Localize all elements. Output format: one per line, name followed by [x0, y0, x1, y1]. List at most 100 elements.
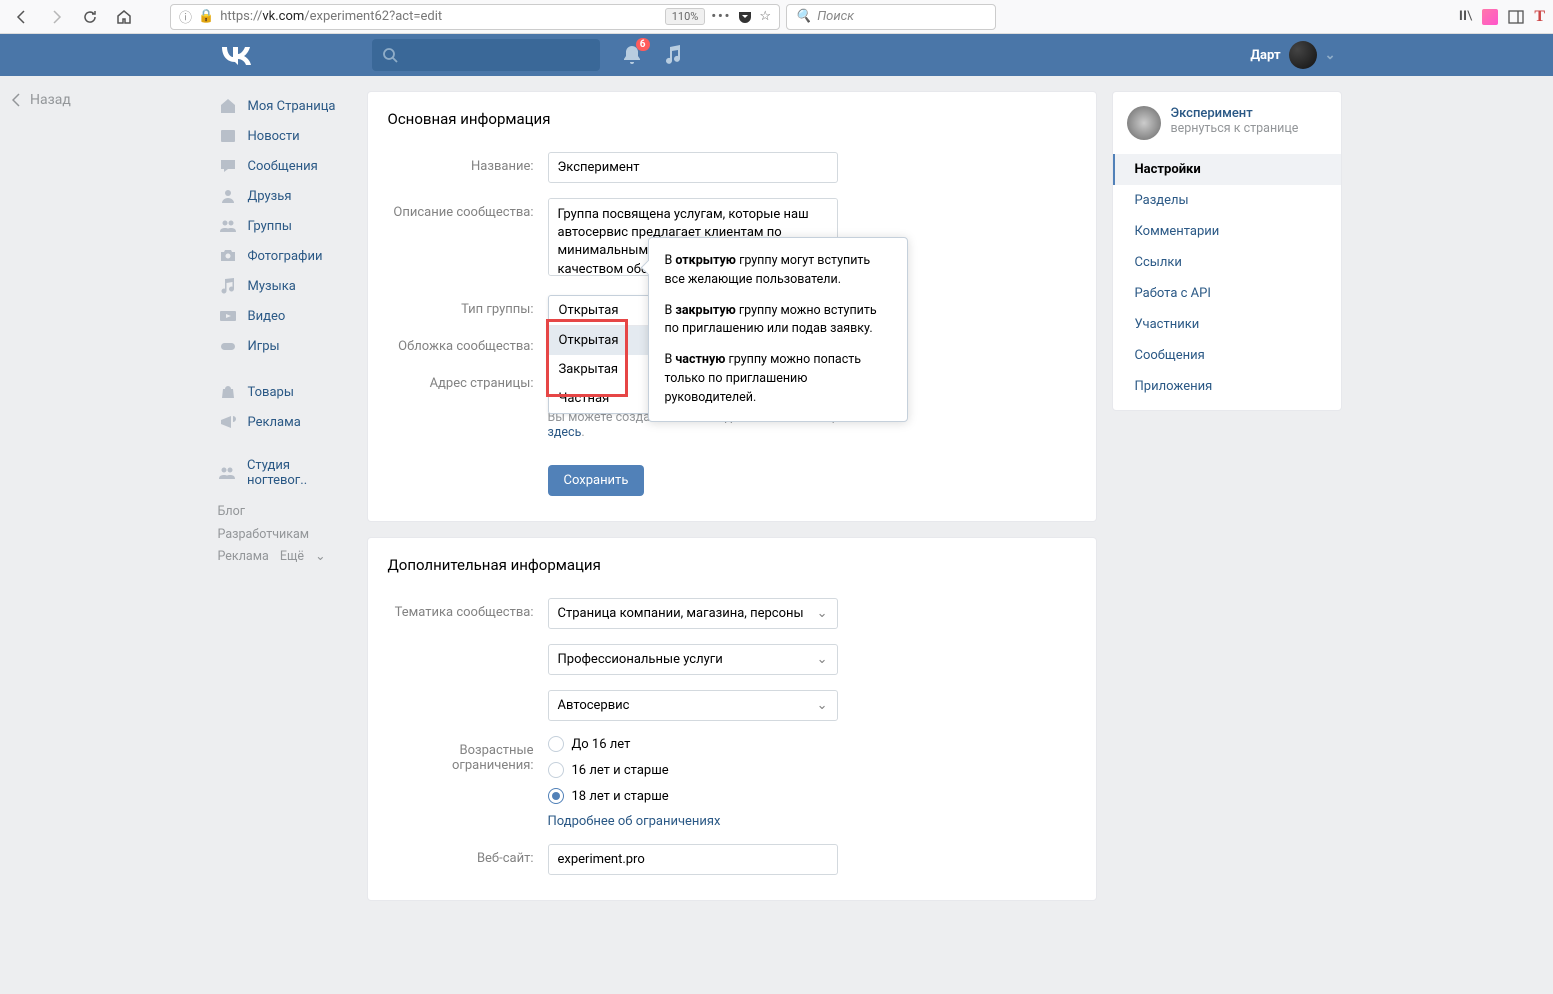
tab-comments[interactable]: Комментарии — [1113, 216, 1341, 247]
vk-header: 6 Дарт ⌄ — [0, 34, 1553, 76]
panel-title: Основная информация — [368, 92, 1096, 142]
bag-icon — [218, 382, 238, 402]
topic-select-2[interactable]: Профессиональные услуги⌄ — [548, 644, 838, 675]
addr-label: Адрес страницы: — [388, 369, 548, 391]
radio-icon — [548, 788, 564, 804]
radio-icon — [548, 736, 564, 752]
avatar — [1289, 41, 1317, 69]
ext-icon-1[interactable] — [1482, 9, 1498, 25]
nav-games[interactable]: Игры — [212, 331, 357, 361]
nav-forward-button[interactable] — [42, 3, 70, 31]
home-icon — [218, 96, 238, 116]
nav-news[interactable]: Новости — [212, 121, 357, 151]
video-icon — [218, 306, 238, 326]
nav-my-page[interactable]: Моя Страница — [212, 91, 357, 121]
friend-icon — [218, 186, 238, 206]
chevron-down-icon: ⌄ — [817, 652, 828, 667]
side-panel: Эксперимент вернуться к странице Настрой… — [1112, 91, 1342, 411]
news-icon — [218, 126, 238, 146]
star-icon[interactable]: ☆ — [759, 9, 771, 24]
notif-badge: 6 — [636, 38, 650, 51]
tab-sections[interactable]: Разделы — [1113, 185, 1341, 216]
community-name-link[interactable]: Эксперимент — [1171, 106, 1299, 121]
type-label: Тип группы: — [388, 295, 548, 317]
url-bar[interactable]: ⓘ 🔒 https://vk.com/experiment62?act=edit… — [170, 4, 780, 30]
save-button[interactable]: Сохранить — [548, 465, 645, 496]
chevron-down-icon: ⌄ — [817, 606, 828, 621]
sidebar-toggle-icon[interactable] — [1508, 9, 1524, 25]
tab-members[interactable]: Участники — [1113, 309, 1341, 340]
age-label: Возрастные ограничения: — [388, 736, 548, 773]
user-name: Дарт — [1250, 48, 1280, 63]
nav-friends[interactable]: Друзья — [212, 181, 357, 211]
search-placeholder: Поиск — [817, 9, 854, 24]
nav-photos[interactable]: Фотографии — [212, 241, 357, 271]
camera-icon — [218, 246, 238, 266]
community-back-link[interactable]: вернуться к странице — [1171, 121, 1299, 136]
age-radio-under16[interactable]: До 16 лет — [548, 736, 1076, 752]
community-avatar — [1127, 106, 1161, 140]
topic-label: Тематика сообщества: — [388, 598, 548, 620]
chevron-down-icon: ⌄ — [1325, 48, 1336, 63]
panel-additional-info: Дополнительная информация Тематика сообщ… — [367, 537, 1097, 901]
header-search[interactable] — [372, 39, 600, 71]
left-nav: Моя Страница Новости Сообщения Друзья Гр… — [212, 91, 367, 916]
library-icon[interactable]: 𝐈𝐈\ — [1459, 9, 1472, 24]
pocket-icon[interactable] — [737, 9, 753, 25]
topic-select-1[interactable]: Страница компании, магазина, персоны⌄ — [548, 598, 838, 629]
nav-messages[interactable]: Сообщения — [212, 151, 357, 181]
ext-icon-2[interactable]: T — [1534, 8, 1545, 26]
browser-chrome: ⓘ 🔒 https://vk.com/experiment62?act=edit… — [0, 0, 1553, 34]
name-label: Название: — [388, 152, 548, 174]
nav-music[interactable]: Музыка — [212, 271, 357, 301]
footer-more[interactable]: Ещё ⌄ — [280, 549, 334, 564]
groups-icon — [218, 216, 238, 236]
vk-logo[interactable] — [212, 44, 372, 66]
type-tooltip: В открытую группу могут вступить все жел… — [648, 237, 908, 422]
user-menu[interactable]: Дарт ⌄ — [1250, 41, 1341, 69]
footer-dev[interactable]: Разработчикам — [218, 527, 310, 542]
message-icon — [218, 156, 238, 176]
footer-links: Блог Разработчикам Реклама Ещё ⌄ — [212, 493, 357, 577]
groups-icon — [218, 463, 237, 483]
cover-label: Обложка сообщества: — [388, 332, 548, 354]
music-button[interactable] — [664, 45, 682, 65]
search-icon — [382, 47, 398, 63]
music-icon — [218, 276, 238, 296]
site-label: Веб-сайт: — [388, 844, 548, 866]
zoom-badge[interactable]: 110% — [665, 8, 706, 25]
age-details-link[interactable]: Подробнее об ограничениях — [548, 814, 1076, 829]
tab-messages[interactable]: Сообщения — [1113, 340, 1341, 371]
search-icon: 🔍 — [795, 9, 811, 24]
chevron-down-icon: ⌄ — [817, 698, 828, 713]
nav-video[interactable]: Видео — [212, 301, 357, 331]
notifications-button[interactable]: 6 — [622, 44, 642, 66]
chevron-down-icon: ⌄ — [315, 549, 325, 564]
nav-groups[interactable]: Группы — [212, 211, 357, 241]
site-input[interactable] — [548, 844, 838, 875]
reload-button[interactable] — [76, 3, 104, 31]
tab-links[interactable]: Ссылки — [1113, 247, 1341, 278]
browser-search[interactable]: 🔍 Поиск — [786, 4, 996, 30]
footer-ads[interactable]: Реклама — [218, 549, 269, 564]
nav-back-button[interactable] — [8, 3, 36, 31]
lock-icon: 🔒 — [198, 9, 214, 24]
nav-ads[interactable]: Реклама — [212, 407, 357, 437]
sticker-link[interactable]: здесь — [548, 425, 582, 440]
tab-apps[interactable]: Приложения — [1113, 371, 1341, 402]
age-radio-18plus[interactable]: 18 лет и старше — [548, 788, 1076, 804]
nav-market[interactable]: Товары — [212, 377, 357, 407]
name-input[interactable] — [548, 152, 838, 183]
topic-select-3[interactable]: Автосервис⌄ — [548, 690, 838, 721]
age-radio-16plus[interactable]: 16 лет и старше — [548, 762, 1076, 778]
info-icon: ⓘ — [179, 7, 192, 26]
tab-api[interactable]: Работа с API — [1113, 278, 1341, 309]
megaphone-icon — [218, 412, 238, 432]
desc-label: Описание сообщества: — [388, 198, 548, 220]
back-link[interactable]: Назад — [12, 92, 71, 108]
home-button[interactable] — [110, 3, 138, 31]
nav-community-shortcut[interactable]: Студия ногтевог.. — [212, 453, 357, 493]
tab-settings[interactable]: Настройки — [1113, 154, 1341, 185]
more-icon[interactable]: ••• — [711, 9, 731, 24]
footer-blog[interactable]: Блог — [218, 504, 245, 519]
